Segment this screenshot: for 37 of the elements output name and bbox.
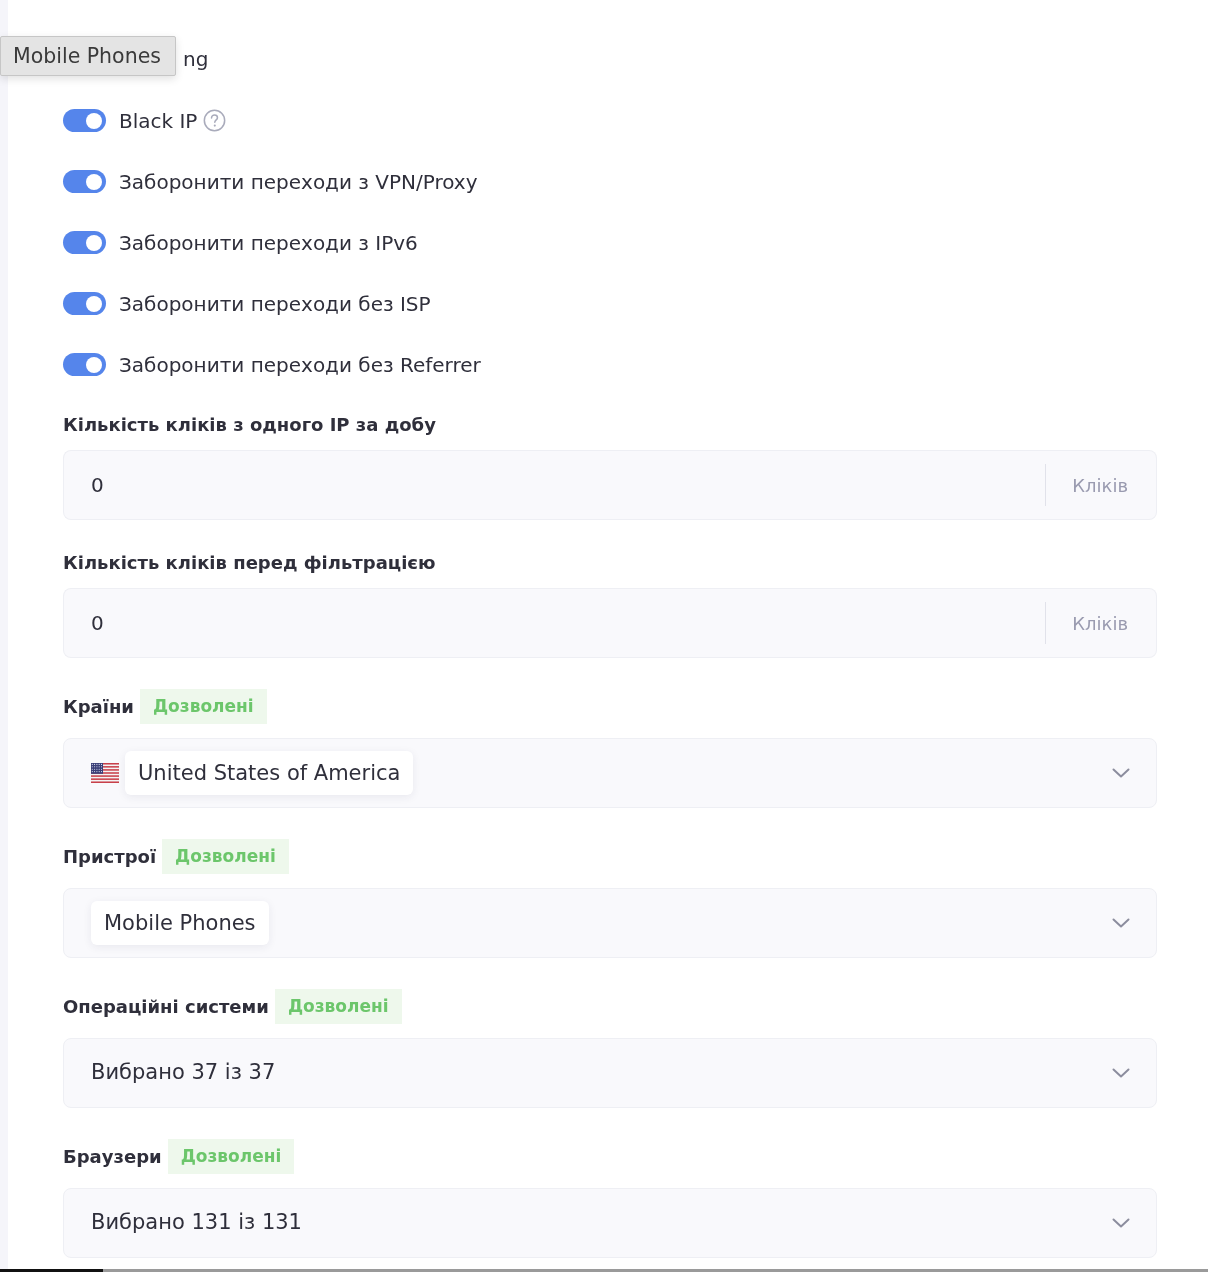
multi-select[interactable]: United States of America bbox=[63, 738, 1157, 808]
toggle-label: Заборонити переходи з IPv6 bbox=[119, 230, 418, 255]
field-label: Країни bbox=[63, 694, 134, 719]
multi-select[interactable]: Вибрано 131 із 131 bbox=[63, 1188, 1157, 1258]
field-label: Браузери bbox=[63, 1144, 162, 1169]
status-badge: Дозволені bbox=[162, 839, 289, 874]
scrollbar-thumb[interactable] bbox=[0, 1269, 103, 1272]
toggle-switch[interactable] bbox=[63, 292, 106, 315]
tooltip: Mobile Phones bbox=[0, 36, 176, 76]
help-icon[interactable] bbox=[203, 109, 227, 132]
selected-chip[interactable]: United States of America bbox=[125, 751, 414, 795]
field-label: Кількість кліків перед фільтрацією bbox=[63, 551, 436, 575]
chevron-down-icon bbox=[1112, 1218, 1130, 1228]
toggle-label: Заборонити переходи без ISP bbox=[119, 291, 431, 316]
status-badge: Дозволені bbox=[139, 689, 267, 724]
toggle-switch[interactable] bbox=[63, 231, 106, 254]
chevron-down-icon bbox=[1112, 1068, 1130, 1078]
toggle-label: Заборонити переходи без Referrer bbox=[119, 352, 481, 377]
selection-summary: Вибрано 37 із 37 bbox=[91, 1059, 277, 1087]
toggle-switch[interactable] bbox=[63, 109, 106, 132]
toggle-switch[interactable] bbox=[63, 353, 106, 376]
selection-summary: Вибрано 131 із 131 bbox=[91, 1209, 303, 1237]
multi-select[interactable]: Mobile Phones bbox=[63, 888, 1157, 958]
field-label: Пристрої bbox=[63, 844, 157, 869]
status-badge: Дозволені bbox=[167, 1139, 295, 1174]
field-label: Кількість кліків з одного IP за добу bbox=[63, 413, 436, 437]
chevron-down-icon bbox=[1112, 768, 1130, 778]
toggle-label: Black IP bbox=[119, 108, 198, 133]
selected-chip[interactable]: Mobile Phones bbox=[91, 901, 269, 945]
toggle-label: Заборонити переходи з VPN/Proxy bbox=[119, 169, 478, 194]
section-heading: ng bbox=[183, 47, 209, 71]
flag-icon bbox=[91, 763, 119, 783]
toggle-switch[interactable] bbox=[63, 170, 106, 193]
multi-select[interactable]: Вибрано 37 із 37 bbox=[63, 1038, 1157, 1108]
field-label: Операційні системи bbox=[63, 994, 269, 1019]
chevron-down-icon bbox=[1112, 918, 1130, 928]
status-badge: Дозволені bbox=[274, 989, 402, 1024]
